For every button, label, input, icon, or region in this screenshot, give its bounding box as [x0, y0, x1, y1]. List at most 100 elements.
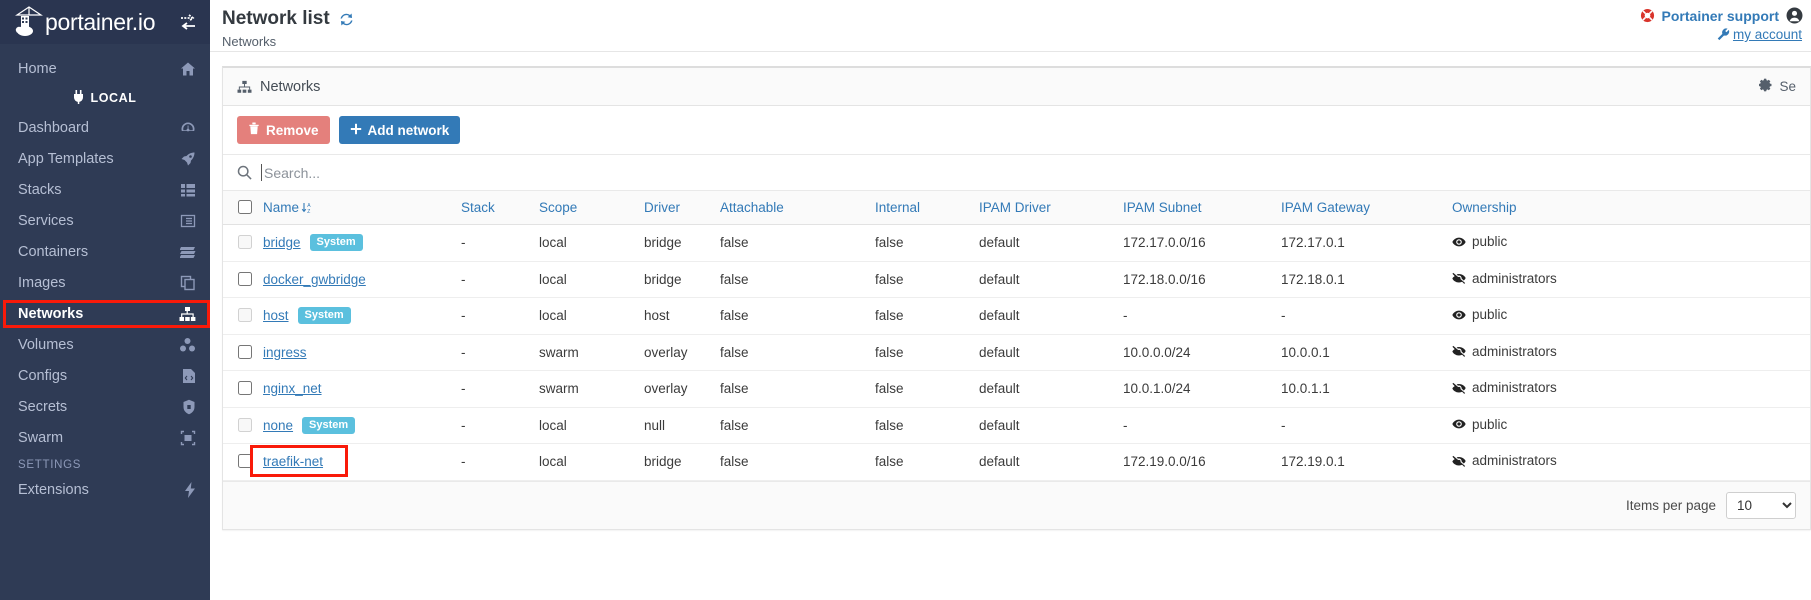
- column-header-ipam-driver[interactable]: IPAM Driver: [979, 191, 1123, 225]
- row-ipam-driver: default: [979, 443, 1123, 481]
- column-header-ipam-subnet[interactable]: IPAM Subnet: [1123, 191, 1281, 225]
- network-name-link[interactable]: nginx_net: [263, 381, 322, 396]
- row-name-cell: none System: [263, 407, 461, 444]
- network-name-link[interactable]: none: [263, 418, 293, 433]
- sidebar-item-label: App Templates: [18, 150, 114, 167]
- sidebar-item-swarm[interactable]: Swarm: [0, 422, 210, 453]
- network-name-link[interactable]: docker_gwbridge: [263, 272, 366, 287]
- items-per-page-select[interactable]: 102550100: [1726, 491, 1796, 519]
- sidebar-item-label: Volumes: [18, 336, 74, 353]
- rocket-icon: [180, 151, 196, 167]
- row-name-cell: traefik-net: [250, 443, 461, 481]
- row-checkbox[interactable]: [238, 381, 252, 396]
- row-select-cell: [223, 261, 263, 298]
- user-avatar-icon[interactable]: [1786, 7, 1803, 24]
- table-header-row: Name A Z Stack Scope Driver Attachable Int…: [223, 191, 1810, 225]
- column-header-internal-label: Internal: [875, 200, 921, 215]
- row-checkbox: [238, 308, 252, 323]
- remove-button[interactable]: Remove: [237, 116, 330, 144]
- table-footer: Items per page 102550100: [223, 480, 1810, 529]
- breadcrumb[interactable]: Networks: [210, 34, 1811, 49]
- row-driver: overlay: [644, 370, 720, 408]
- network-name-link[interactable]: host: [263, 308, 289, 323]
- sidebar-section-settings: SETTINGS: [18, 459, 82, 471]
- row-name-cell: host System: [263, 297, 461, 335]
- row-ipam-gateway: 10.0.1.1: [1281, 370, 1452, 408]
- sidebar-item-app-templates[interactable]: App Templates: [0, 143, 210, 174]
- row-internal: false: [875, 261, 979, 298]
- stacks-icon: [180, 182, 196, 198]
- system-badge: System: [309, 234, 363, 252]
- bolt-icon: [184, 481, 196, 498]
- row-ipam-driver: default: [979, 370, 1123, 408]
- row-driver: host: [644, 297, 720, 335]
- row-internal: false: [875, 224, 979, 262]
- search-input[interactable]: [261, 164, 1796, 181]
- row-driver: bridge: [644, 261, 720, 298]
- row-scope: local: [539, 224, 644, 262]
- portainer-support-link[interactable]: Portainer support: [1662, 8, 1779, 24]
- configs-icon: [182, 368, 196, 384]
- row-stack: -: [461, 261, 539, 298]
- sidebar-item-services[interactable]: Services: [0, 205, 210, 236]
- row-stack: -: [461, 297, 539, 335]
- refresh-icon[interactable]: [338, 11, 355, 28]
- row-select-cell: [223, 224, 263, 262]
- sidebar-item-home[interactable]: Home: [0, 53, 210, 84]
- column-header-scope[interactable]: Scope: [539, 191, 644, 225]
- my-account-link[interactable]: my account: [1733, 27, 1802, 42]
- network-name-link[interactable]: ingress: [263, 345, 307, 360]
- network-name-link[interactable]: bridge: [263, 235, 301, 250]
- row-ipam-driver: default: [979, 297, 1123, 335]
- sidebar-item-dashboard[interactable]: Dashboard: [0, 112, 210, 143]
- table-row: bridge System - local bridge false false defaul…: [223, 224, 1810, 262]
- column-header-name[interactable]: Name A Z: [263, 191, 461, 225]
- portainer-app: portainer.io Home LOCAL Dashboard App Te…: [0, 0, 1811, 600]
- sidebar-item-containers[interactable]: Containers: [0, 236, 210, 267]
- sidebar-item-networks[interactable]: Networks: [0, 298, 210, 329]
- column-header-attachable[interactable]: Attachable: [720, 191, 875, 225]
- brand-header[interactable]: portainer.io: [0, 0, 210, 44]
- column-header-internal[interactable]: Internal: [875, 191, 979, 225]
- sidebar-item-label: Services: [18, 212, 74, 229]
- plus-icon: [350, 123, 362, 138]
- sort-alpha-down-icon[interactable]: AZ: [301, 202, 313, 214]
- row-select-cell: [223, 370, 263, 408]
- column-header-ownership-label: Ownership: [1452, 200, 1517, 215]
- column-header-stack[interactable]: Stack: [461, 191, 539, 225]
- panel-settings-label[interactable]: Se: [1779, 79, 1796, 94]
- eye-slash-icon: [1452, 381, 1466, 395]
- gear-icon[interactable]: [1759, 78, 1773, 95]
- column-header-ipam-driver-label: IPAM Driver: [979, 200, 1051, 215]
- sidebar-toggle-icon[interactable]: [178, 13, 198, 31]
- sidebar-item-images[interactable]: Images: [0, 267, 210, 298]
- sidebar-item-label: Containers: [18, 243, 89, 260]
- column-header-name-label: Name: [263, 200, 300, 215]
- row-ipam-subnet: -: [1123, 407, 1281, 444]
- row-internal: false: [875, 443, 979, 481]
- add-network-button[interactable]: Add network: [338, 116, 461, 144]
- row-ipam-gateway: 172.19.0.1: [1281, 443, 1452, 481]
- sidebar-item-extensions[interactable]: Extensions: [0, 474, 210, 505]
- sidebar-item-secrets[interactable]: Secrets: [0, 391, 210, 422]
- panel-settings-control[interactable]: Se: [1759, 78, 1796, 95]
- row-checkbox[interactable]: [238, 344, 252, 359]
- brand-name: portainer.io: [45, 8, 156, 35]
- column-header-ownership[interactable]: Ownership: [1452, 191, 1810, 225]
- select-all-checkbox[interactable]: [238, 200, 252, 214]
- ownership-label: administrators: [1472, 453, 1557, 468]
- sidebar-item-configs[interactable]: Configs: [0, 360, 210, 391]
- sidebar-item-volumes[interactable]: Volumes: [0, 329, 210, 360]
- row-name-cell: bridge System: [263, 224, 461, 262]
- row-driver: null: [644, 407, 720, 444]
- environment-indicator: LOCAL: [0, 84, 210, 112]
- sidebar-item-stacks[interactable]: Stacks: [0, 174, 210, 205]
- home-icon: [180, 61, 196, 77]
- network-name-link[interactable]: traefik-net: [263, 454, 323, 469]
- row-checkbox[interactable]: [238, 454, 252, 469]
- column-header-ipam-gateway[interactable]: IPAM Gateway: [1281, 191, 1452, 225]
- sidebar-item-label: Stacks: [18, 181, 62, 198]
- sidebar-item-label: Configs: [18, 367, 68, 384]
- column-header-driver[interactable]: Driver: [644, 191, 720, 225]
- row-checkbox[interactable]: [238, 271, 252, 286]
